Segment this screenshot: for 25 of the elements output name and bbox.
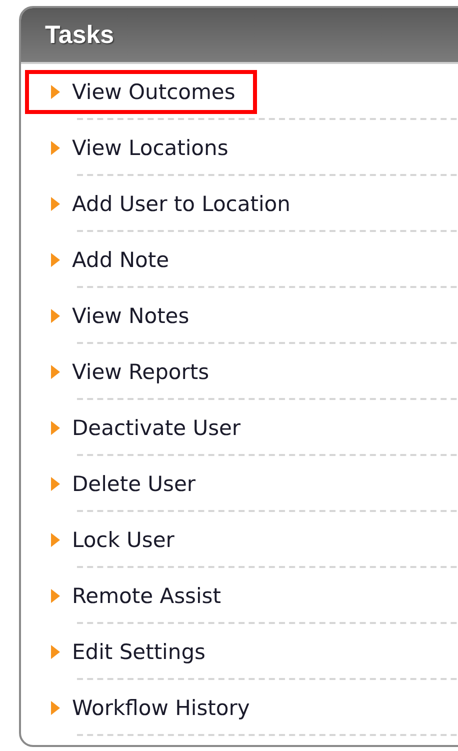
panel-title: Tasks — [45, 20, 114, 50]
task-link[interactable]: Remote Assist — [72, 584, 221, 608]
task-link[interactable]: View Notes — [72, 304, 190, 328]
task-link[interactable]: Workflow History — [72, 696, 250, 720]
caret-icon — [51, 141, 60, 155]
caret-icon — [51, 701, 60, 715]
task-link[interactable]: Add Note — [72, 248, 170, 272]
task-link[interactable]: Delete User — [72, 472, 196, 496]
caret-icon — [51, 589, 60, 603]
caret-icon — [51, 421, 60, 435]
task-link[interactable]: View Outcomes — [72, 80, 236, 104]
task-link[interactable]: Deactivate User — [72, 416, 241, 440]
caret-icon — [51, 253, 60, 267]
task-link[interactable]: Lock User — [72, 528, 174, 552]
task-link[interactable]: View Reports — [72, 360, 210, 384]
caret-icon — [51, 365, 60, 379]
caret-icon — [51, 533, 60, 547]
task-link[interactable]: View Locations — [72, 136, 228, 160]
task-link[interactable]: Add User to Location — [72, 192, 290, 216]
caret-icon — [51, 309, 60, 323]
caret-icon — [51, 85, 60, 99]
caret-icon — [51, 197, 60, 211]
caret-icon — [51, 645, 60, 659]
task-link[interactable]: Edit Settings — [72, 640, 206, 664]
caret-icon — [51, 477, 60, 491]
